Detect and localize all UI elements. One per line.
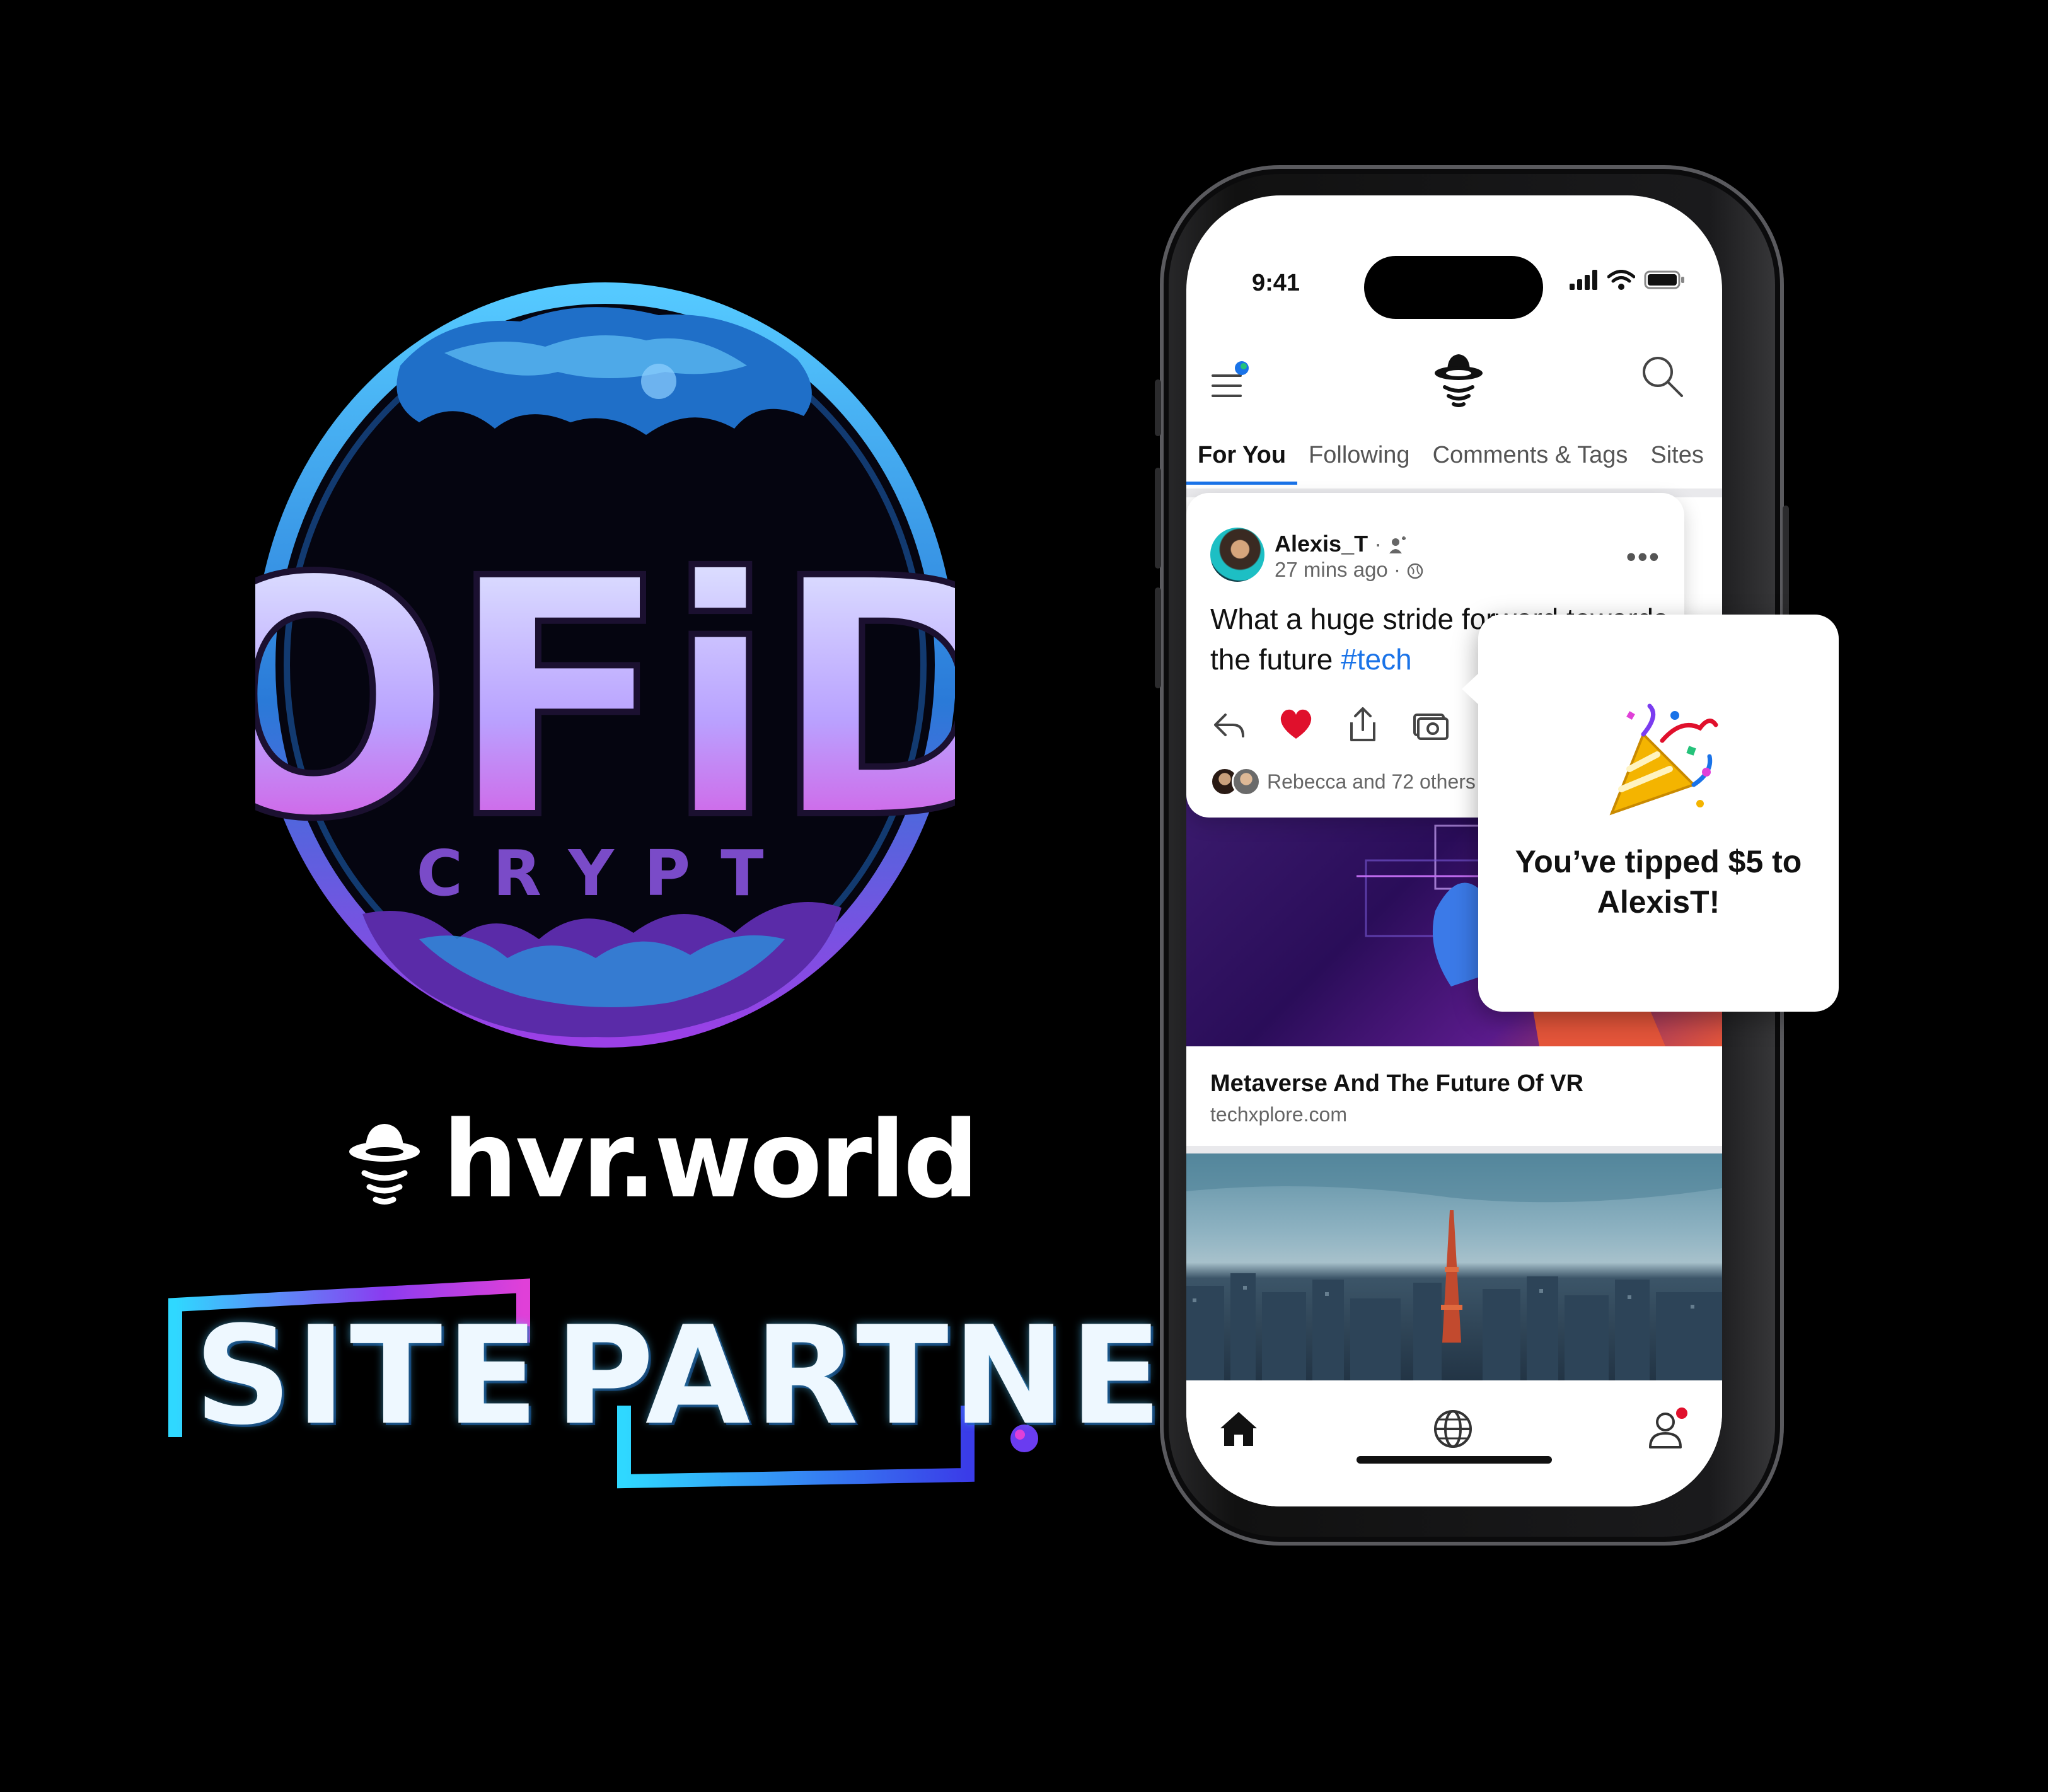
emblem-subtitle: CRYPT [417, 836, 794, 910]
dynamic-island [1364, 256, 1543, 319]
likes-summary[interactable]: Rebecca and 72 others r [1210, 767, 1488, 796]
hvr-world-name: hvr.world [443, 1098, 979, 1222]
follow-user-icon[interactable] [1388, 536, 1407, 555]
author-avatar[interactable] [1210, 528, 1264, 582]
post-hashtag[interactable]: #tech [1341, 643, 1412, 676]
hvr-logo-icon[interactable] [1433, 347, 1484, 407]
article-domain: techxplore.com [1210, 1103, 1347, 1126]
follow-dot-separator: · [1374, 531, 1389, 557]
party-popper-icon [1609, 703, 1718, 816]
notification-dot [1676, 1408, 1687, 1419]
post-meta: 27 mins ago · [1275, 558, 1424, 582]
post-time: 27 mins ago [1275, 558, 1388, 581]
tab-following[interactable]: Following [1297, 422, 1421, 488]
share-icon[interactable] [1344, 706, 1382, 744]
liker-avatar [1232, 767, 1261, 796]
site-partner-badge: SITE PARTNER [164, 1273, 1270, 1513]
article-title[interactable]: Metaverse And The Future Of VR [1210, 1070, 1583, 1097]
globe-icon[interactable] [1431, 1407, 1475, 1451]
action-button [1155, 379, 1161, 436]
post-author-name[interactable]: Alexis_T [1275, 531, 1368, 557]
tab-for-you[interactable]: For You [1186, 422, 1298, 488]
wifi-icon [1607, 270, 1635, 290]
status-icons [1570, 270, 1686, 290]
reply-icon[interactable] [1210, 706, 1248, 744]
article-link-card[interactable]: Metaverse And The Future Of VR techxplor… [1186, 1046, 1722, 1153]
profile-icon[interactable] [1646, 1406, 1691, 1452]
toast-message: You’ve tipped $5 to AlexisT! [1515, 844, 1802, 920]
tip-money-icon[interactable] [1411, 706, 1449, 744]
bottom-navigation [1186, 1380, 1722, 1506]
tab-comments-tags[interactable]: Comments & Tags [1421, 422, 1640, 488]
city-skyline-image[interactable] [1186, 1153, 1722, 1380]
ofid-crypt-emblem: OFiD CRYPT [255, 271, 955, 1059]
search-icon[interactable] [1640, 354, 1684, 398]
post-author[interactable]: Alexis_T · [1275, 531, 1407, 557]
home-indicator [1357, 1456, 1552, 1464]
volume-up-button [1155, 468, 1161, 569]
app-header [1186, 321, 1722, 416]
status-time: 9:41 [1252, 270, 1300, 296]
globe-visibility-icon [1407, 564, 1423, 579]
emblem-title: OFiD [255, 509, 955, 891]
signal-icon [1570, 270, 1597, 290]
volume-down-button [1155, 587, 1161, 688]
post-actions [1210, 706, 1449, 744]
hvr-world-logo: hvr.world [347, 1097, 979, 1223]
visibility-dot-separator: · [1393, 558, 1407, 581]
likes-text: Rebecca and 72 others r [1267, 770, 1488, 793]
more-options-icon[interactable]: ••• [1626, 542, 1660, 571]
feed-tabs: For You Following Comments & Tags Sites [1186, 422, 1722, 488]
ufo-logo-icon [349, 1124, 420, 1205]
heart-liked-icon[interactable] [1277, 706, 1315, 744]
tip-confirmation-toast: You’ve tipped $5 to AlexisT! [1462, 615, 1839, 1012]
menu-icon[interactable] [1209, 359, 1253, 403]
battery-icon [1644, 270, 1684, 289]
partner-word-site: SITE [194, 1297, 543, 1455]
tab-sites[interactable]: Sites [1639, 422, 1715, 488]
home-icon[interactable] [1217, 1407, 1261, 1451]
